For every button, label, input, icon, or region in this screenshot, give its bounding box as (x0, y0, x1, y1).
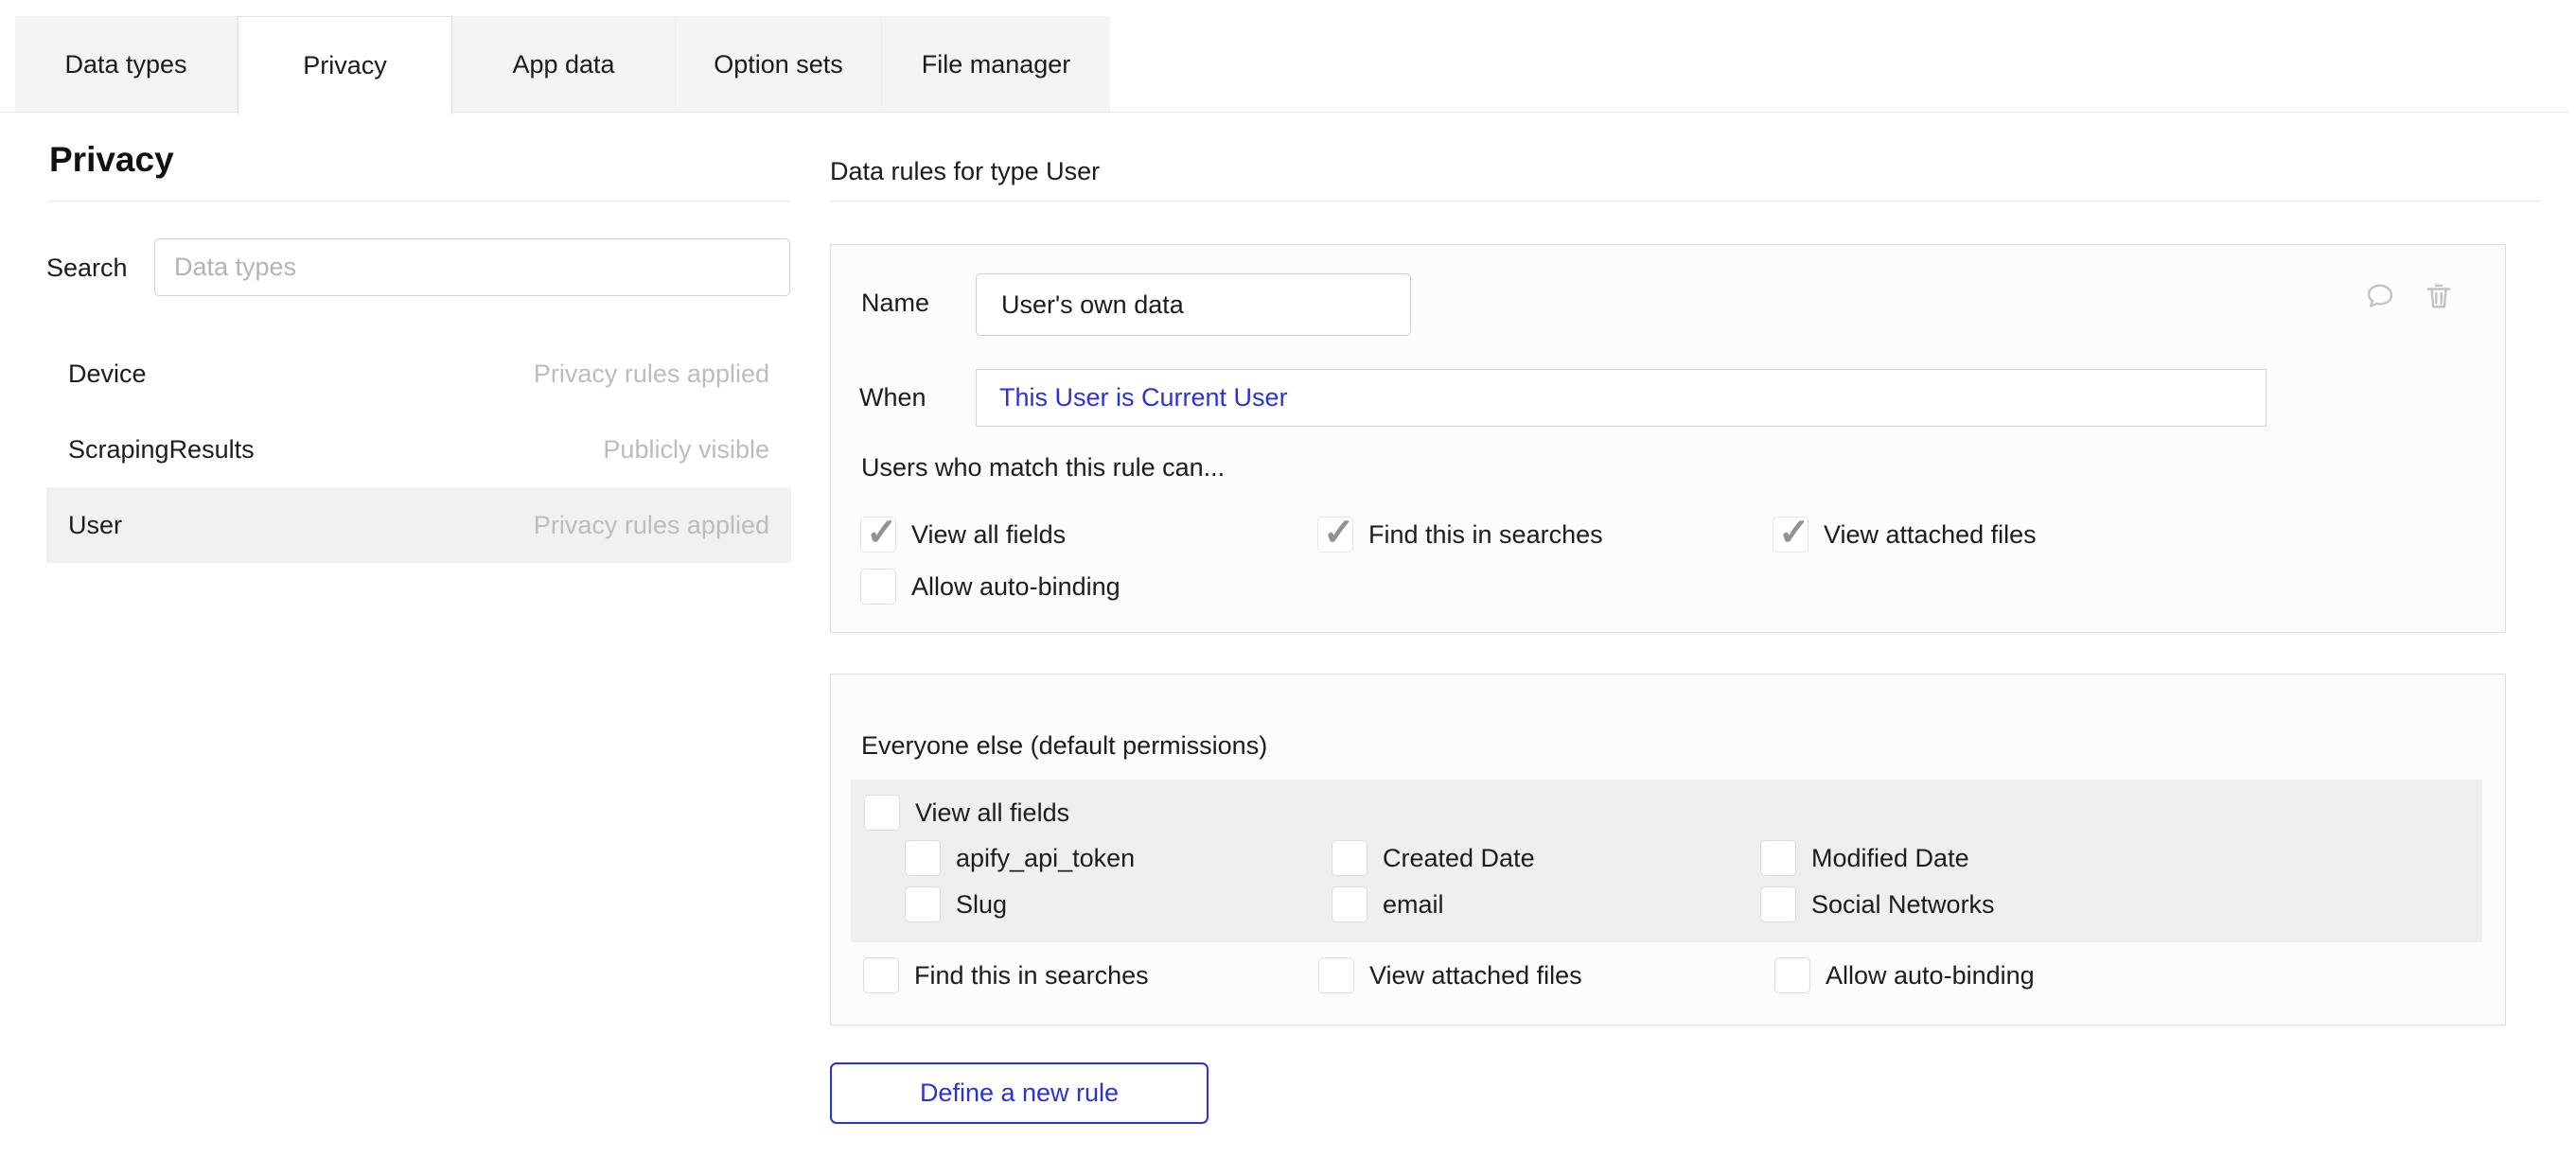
datatype-status: Privacy rules applied (534, 360, 769, 389)
checkbox-box-icon (860, 569, 896, 605)
checkbox-field-social-networks[interactable]: Social Networks (1760, 886, 1995, 922)
checkbox-box-icon (1332, 886, 1367, 922)
checkbox-box-icon (860, 517, 896, 552)
datatype-row-user[interactable]: User Privacy rules applied (46, 487, 791, 563)
checkbox-field-slug[interactable]: Slug (905, 886, 1007, 922)
comment-icon[interactable] (2363, 279, 2397, 313)
default-permissions-title: Everyone else (default permissions) (861, 731, 1267, 761)
tab-label: Data types (64, 50, 186, 79)
datatype-status: Privacy rules applied (534, 511, 769, 540)
tab-option-sets[interactable]: Option sets (676, 16, 882, 113)
search-input[interactable] (154, 238, 790, 296)
define-new-rule-label: Define a new rule (920, 1079, 1119, 1108)
tab-label: Privacy (303, 51, 387, 80)
checkbox-label: View attached files (1369, 961, 1582, 991)
tab-bar: Data types Privacy App data Option sets … (15, 16, 1110, 113)
tab-label: Option sets (714, 50, 843, 79)
default-permissions-card: Everyone else (default permissions) View… (830, 674, 2506, 1026)
checkbox-field-apify-api-token[interactable]: apify_api_token (905, 840, 1135, 876)
checkbox-label: Find this in searches (1368, 520, 1603, 550)
tab-app-data[interactable]: App data (452, 16, 676, 113)
checkbox-allow-auto-binding-default[interactable]: Allow auto-binding (1774, 957, 2035, 993)
checkbox-view-attached-files[interactable]: View attached files (1773, 517, 2037, 552)
datatype-name: ScrapingResults (68, 435, 255, 465)
checkbox-find-in-searches[interactable]: Find this in searches (1317, 517, 1603, 552)
search-label: Search (46, 254, 128, 283)
checkbox-box-icon (1760, 840, 1796, 876)
checkbox-box-icon (1318, 957, 1354, 993)
checkbox-box-icon (1774, 957, 1810, 993)
checkbox-field-modified-date[interactable]: Modified Date (1760, 840, 1969, 876)
datatype-name: User (68, 511, 122, 540)
checkbox-field-created-date[interactable]: Created Date (1332, 840, 1535, 876)
datatype-list: Device Privacy rules applied ScrapingRes… (46, 336, 791, 563)
checkbox-label: View attached files (1824, 520, 2037, 550)
datatype-row-scrapingresults[interactable]: ScrapingResults Publicly visible (46, 412, 791, 487)
checkbox-view-all-fields-default[interactable]: View all fields (864, 795, 1069, 831)
checkbox-label: Modified Date (1811, 844, 1969, 873)
rule-when-condition[interactable]: This User is Current User (976, 369, 2267, 427)
privacy-settings-page: Data types Privacy App data Option sets … (0, 0, 2576, 1175)
checkbox-allow-auto-binding[interactable]: Allow auto-binding (860, 569, 1120, 605)
rule-name-label: Name (861, 289, 929, 318)
rule-when-value: This User is Current User (999, 383, 1288, 412)
tab-file-manager[interactable]: File manager (882, 16, 1110, 113)
tab-data-types[interactable]: Data types (15, 16, 238, 113)
permissions-intro: Users who match this rule can... (861, 453, 1225, 482)
checkbox-box-icon (905, 840, 941, 876)
define-new-rule-button[interactable]: Define a new rule (830, 1062, 1209, 1124)
checkbox-view-all-fields[interactable]: View all fields (860, 517, 1066, 552)
fields-permission-group: View all fields apify_api_token Created … (851, 780, 2482, 942)
checkbox-label: Allow auto-binding (911, 572, 1120, 602)
rule-name-input[interactable] (976, 273, 1411, 336)
checkbox-label: Slug (956, 890, 1007, 920)
rule-card-actions (2363, 279, 2456, 313)
checkbox-box-icon (1773, 517, 1808, 552)
checkbox-box-icon (1317, 517, 1353, 552)
checkbox-label: apify_api_token (956, 844, 1135, 873)
checkbox-field-email[interactable]: email (1332, 886, 1444, 922)
checkbox-box-icon (905, 886, 941, 922)
checkbox-find-in-searches-default[interactable]: Find this in searches (863, 957, 1149, 993)
rule-when-label: When (859, 383, 926, 412)
checkbox-box-icon (863, 957, 899, 993)
checkbox-label: Created Date (1383, 844, 1535, 873)
checkbox-box-icon (1332, 840, 1367, 876)
checkbox-label: Find this in searches (914, 961, 1149, 991)
tab-label: App data (512, 50, 614, 79)
checkbox-label: View all fields (915, 798, 1069, 828)
datatype-row-device[interactable]: Device Privacy rules applied (46, 336, 791, 412)
datatype-name: Device (68, 360, 147, 389)
main-divider (830, 201, 2541, 202)
page-title: Privacy (49, 140, 174, 180)
checkbox-view-attached-files-default[interactable]: View attached files (1318, 957, 1582, 993)
rule-card-users-own-data: Name When This User is Current User User… (830, 244, 2506, 633)
checkbox-label: Social Networks (1811, 890, 1995, 920)
checkbox-label: View all fields (911, 520, 1066, 550)
datatype-status: Publicly visible (603, 435, 769, 465)
checkbox-box-icon (1760, 886, 1796, 922)
tab-label: File manager (922, 50, 1071, 79)
checkbox-label: email (1383, 890, 1444, 920)
trash-icon[interactable] (2422, 279, 2456, 313)
data-rules-title: Data rules for type User (830, 157, 1100, 186)
tab-privacy[interactable]: Privacy (238, 16, 452, 114)
checkbox-label: Allow auto-binding (1826, 961, 2035, 991)
sidebar-divider (49, 201, 790, 202)
checkbox-box-icon (864, 795, 900, 831)
